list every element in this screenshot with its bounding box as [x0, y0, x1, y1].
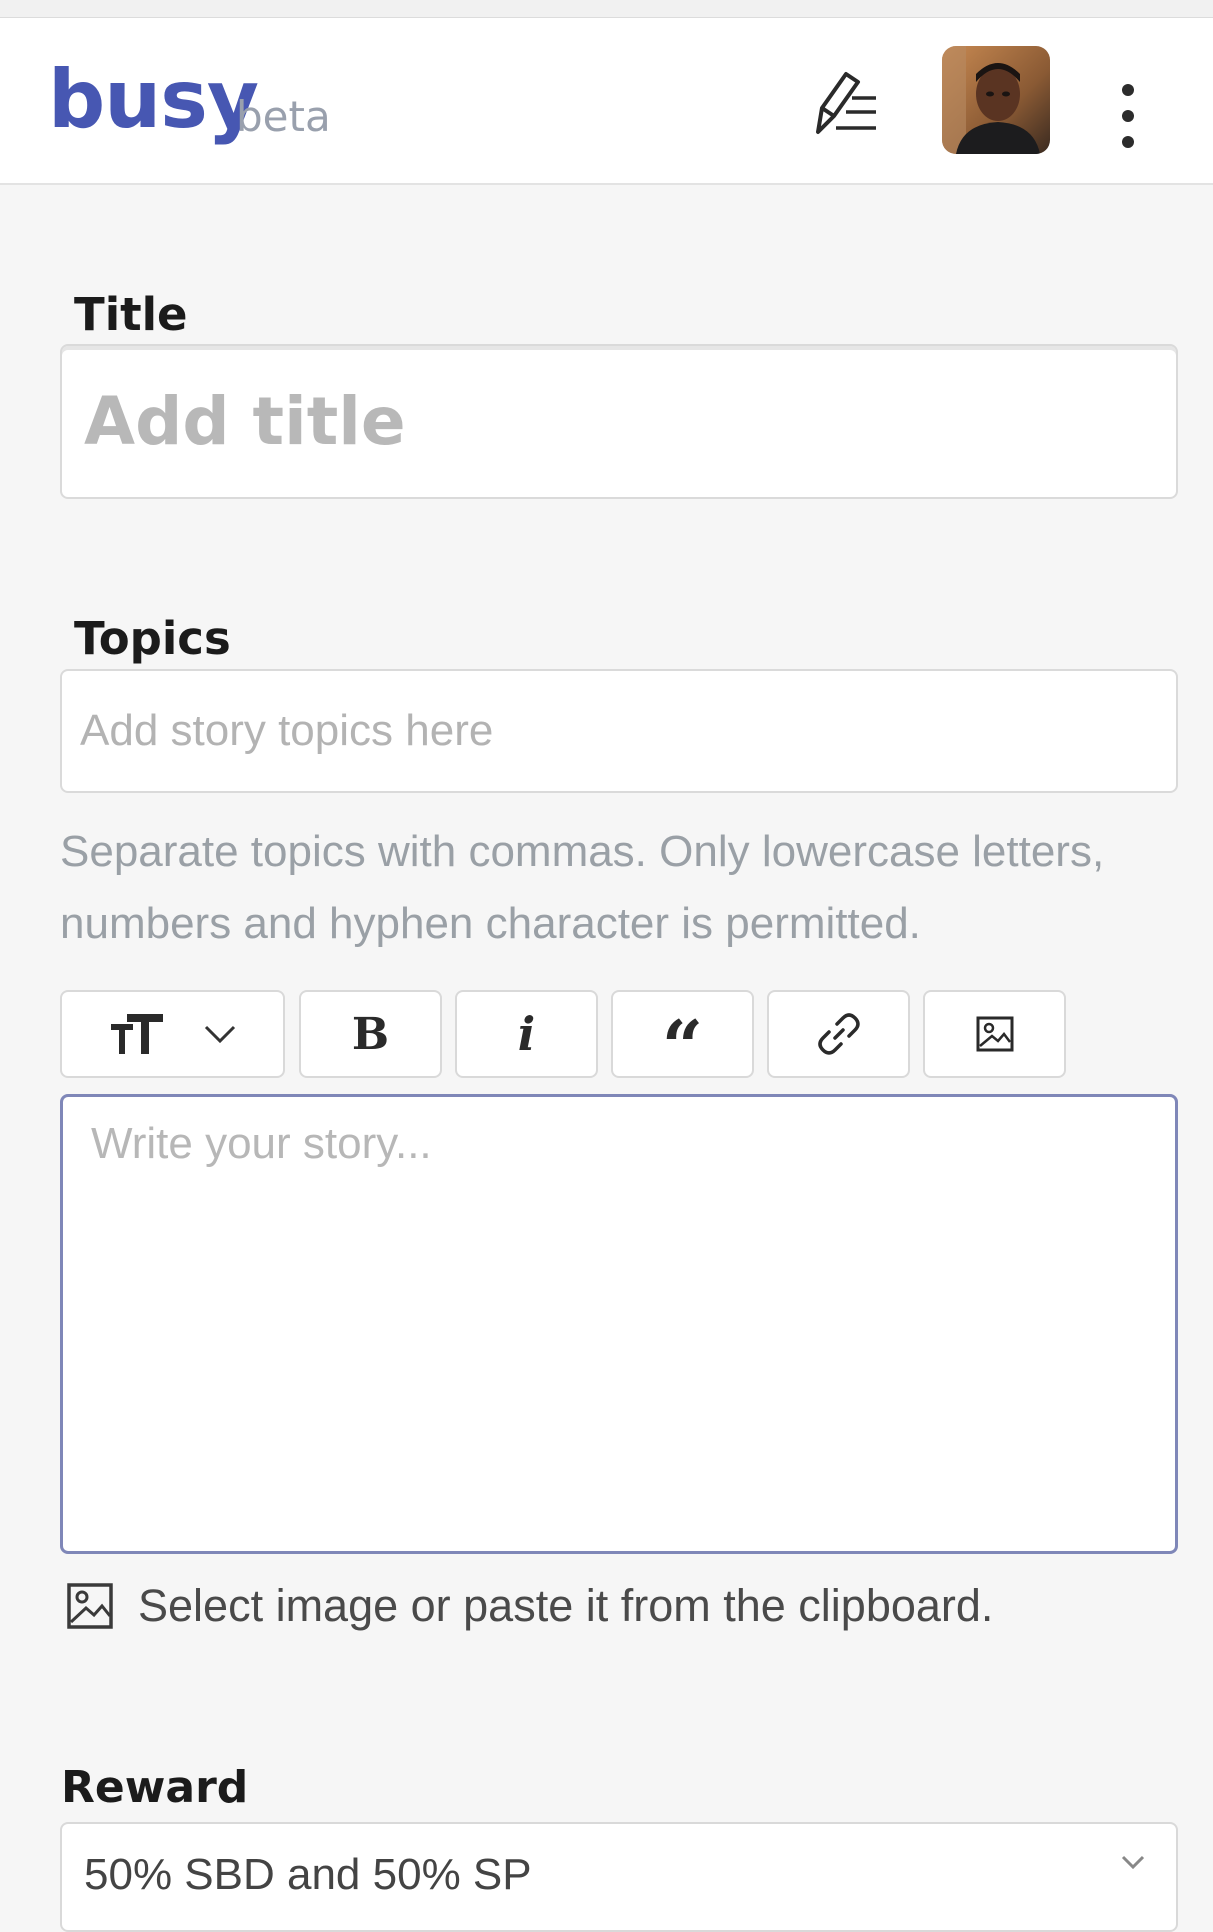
chevron-down-icon	[1121, 1855, 1145, 1870]
bold-button[interactable]: B	[299, 990, 442, 1078]
link-icon	[817, 1013, 860, 1055]
image-icon	[976, 1016, 1013, 1052]
more-vertical-icon	[1122, 84, 1134, 148]
italic-button[interactable]: i	[455, 990, 598, 1078]
reward-label: Reward	[61, 1762, 249, 1813]
chevron-down-icon	[204, 1025, 235, 1044]
quote-button[interactable]: “	[611, 990, 754, 1083]
app-header: busy beta	[0, 18, 1213, 185]
image-upload-link[interactable]: Select image or paste it from the clipbo…	[66, 1576, 993, 1636]
status-bar-strip	[0, 0, 1213, 18]
heading-dropdown-button[interactable]	[60, 990, 285, 1078]
beta-badge: beta	[236, 92, 331, 141]
text-size-icon	[110, 1014, 163, 1054]
quote-icon: “	[661, 1004, 704, 1089]
reward-select[interactable]: 50% SBD and 50% SP	[60, 1822, 1178, 1932]
story-editor-container	[60, 1094, 1178, 1554]
write-post-button[interactable]	[808, 68, 880, 140]
image-upload-text: Select image or paste it from the clipbo…	[138, 1580, 994, 1631]
avatar[interactable]	[942, 46, 1050, 154]
busy-logo[interactable]: busy	[48, 60, 259, 140]
topics-field-container	[60, 669, 1178, 793]
title-label: Title	[74, 288, 188, 341]
topics-label: Topics	[74, 612, 231, 665]
more-options-button[interactable]	[1122, 84, 1134, 148]
story-body-input[interactable]	[63, 1097, 1175, 1547]
user-avatar-image	[942, 46, 1050, 154]
image-icon	[67, 1583, 113, 1629]
title-input[interactable]	[62, 346, 1176, 497]
link-button[interactable]	[767, 990, 910, 1078]
title-field-container	[60, 344, 1178, 499]
write-post-icon	[816, 72, 876, 134]
topics-input[interactable]	[62, 671, 1176, 791]
italic-icon: i	[517, 1007, 536, 1061]
reward-selected-value: 50% SBD and 50% SP	[84, 1850, 532, 1899]
topics-hint: Separate topics with commas. Only lowerc…	[60, 827, 1105, 948]
insert-image-button[interactable]	[923, 990, 1066, 1078]
bold-icon: B	[351, 1008, 390, 1060]
